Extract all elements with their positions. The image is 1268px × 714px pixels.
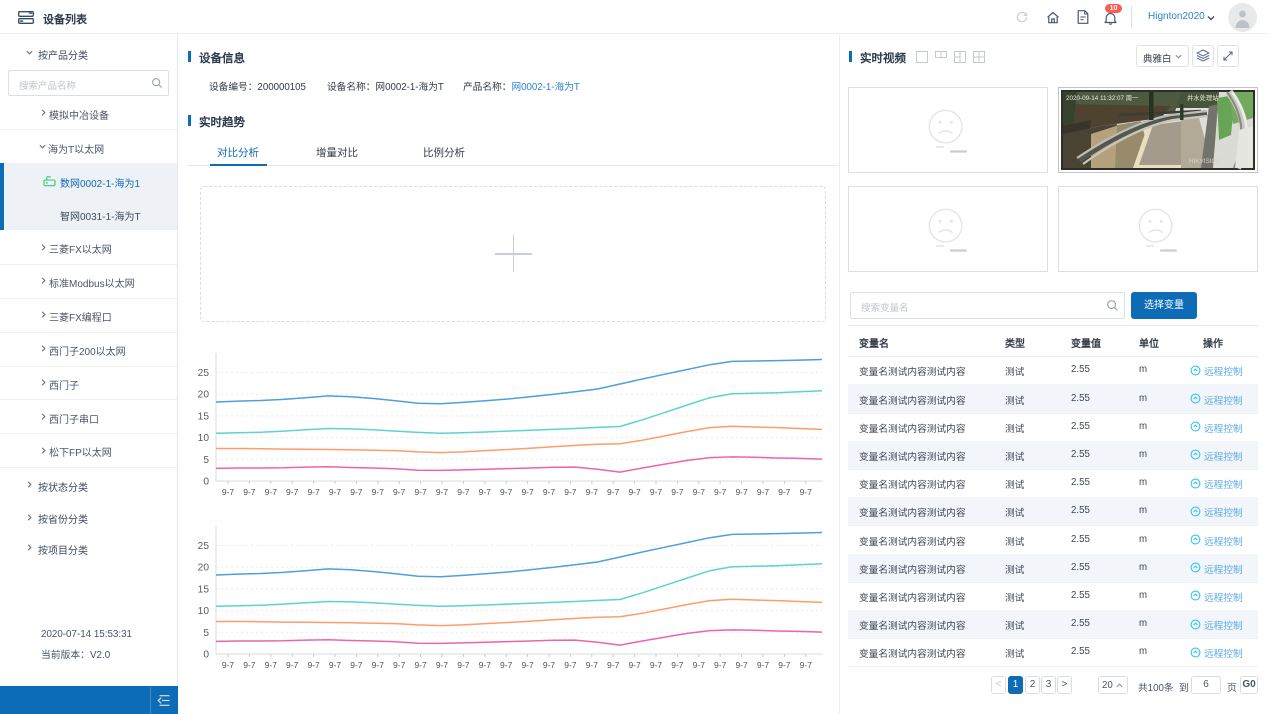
svg-text:0: 0	[203, 477, 209, 488]
svg-text:9-7: 9-7	[479, 487, 492, 497]
svg-text:9-7: 9-7	[350, 487, 363, 497]
svg-text:9-7: 9-7	[628, 487, 641, 497]
svg-text:15: 15	[198, 411, 210, 422]
svg-text:9-7: 9-7	[479, 660, 492, 670]
svg-text:9-7: 9-7	[393, 660, 406, 670]
svg-text:9-7: 9-7	[778, 487, 791, 497]
svg-text:9-7: 9-7	[372, 660, 385, 670]
svg-text:15: 15	[198, 584, 210, 595]
svg-text:9-7: 9-7	[222, 660, 235, 670]
svg-text:9-7: 9-7	[800, 487, 813, 497]
svg-text:0: 0	[203, 650, 209, 661]
svg-text:9-7: 9-7	[307, 660, 320, 670]
svg-text:9-7: 9-7	[650, 660, 663, 670]
svg-text:9-7: 9-7	[650, 487, 663, 497]
svg-text:20: 20	[198, 390, 210, 401]
svg-text:9-7: 9-7	[735, 660, 748, 670]
svg-text:20: 20	[198, 563, 210, 574]
svg-text:9-7: 9-7	[265, 660, 278, 670]
svg-text:9-7: 9-7	[693, 487, 706, 497]
svg-text:9-7: 9-7	[671, 487, 684, 497]
svg-text:25: 25	[198, 541, 210, 552]
svg-text:9-7: 9-7	[286, 660, 299, 670]
svg-text:9-7: 9-7	[628, 660, 641, 670]
svg-text:9-7: 9-7	[671, 660, 684, 670]
svg-text:25: 25	[198, 368, 210, 379]
svg-text:9-7: 9-7	[521, 660, 534, 670]
svg-text:9-7: 9-7	[564, 487, 577, 497]
svg-text:9-7: 9-7	[307, 487, 320, 497]
svg-text:9-7: 9-7	[436, 660, 449, 670]
svg-text:9-7: 9-7	[714, 660, 727, 670]
svg-text:9-7: 9-7	[457, 660, 470, 670]
svg-text:井水处理站: 井水处理站	[1187, 93, 1219, 102]
svg-text:9-7: 9-7	[243, 660, 256, 670]
svg-text:9-7: 9-7	[607, 487, 620, 497]
svg-text:9-7: 9-7	[286, 487, 299, 497]
svg-text:9-7: 9-7	[414, 660, 427, 670]
svg-text:9-7: 9-7	[436, 487, 449, 497]
svg-text:9-7: 9-7	[778, 660, 791, 670]
svg-text:9-7: 9-7	[607, 660, 620, 670]
svg-text:9-7: 9-7	[350, 660, 363, 670]
svg-text:9-7: 9-7	[757, 660, 770, 670]
svg-text:9-7: 9-7	[586, 660, 599, 670]
svg-text:10: 10	[198, 433, 210, 444]
svg-text:9-7: 9-7	[800, 660, 813, 670]
svg-text:9-7: 9-7	[564, 660, 577, 670]
svg-text:9-7: 9-7	[735, 487, 748, 497]
svg-text:9-7: 9-7	[586, 487, 599, 497]
svg-text:9-7: 9-7	[414, 487, 427, 497]
svg-text:9-7: 9-7	[243, 487, 256, 497]
svg-text:9-7: 9-7	[329, 487, 342, 497]
svg-text:10: 10	[198, 606, 210, 617]
svg-text:9-7: 9-7	[693, 660, 706, 670]
svg-text:2020-09-14 11:32:07 周一: 2020-09-14 11:32:07 周一	[1066, 94, 1139, 102]
svg-text:9-7: 9-7	[757, 487, 770, 497]
svg-text:9-7: 9-7	[457, 487, 470, 497]
svg-text:9-7: 9-7	[222, 487, 235, 497]
svg-text:9-7: 9-7	[714, 487, 727, 497]
svg-text:9-7: 9-7	[500, 660, 513, 670]
svg-text:9-7: 9-7	[543, 660, 556, 670]
svg-text:5: 5	[203, 455, 209, 466]
svg-text:9-7: 9-7	[372, 487, 385, 497]
svg-text:5: 5	[203, 628, 209, 639]
svg-text:9-7: 9-7	[393, 487, 406, 497]
svg-text:HIKVISION: HIKVISION	[1189, 158, 1221, 165]
svg-text:9-7: 9-7	[265, 487, 278, 497]
svg-text:9-7: 9-7	[500, 487, 513, 497]
svg-text:9-7: 9-7	[329, 660, 342, 670]
svg-text:9-7: 9-7	[543, 487, 556, 497]
svg-text:9-7: 9-7	[521, 487, 534, 497]
